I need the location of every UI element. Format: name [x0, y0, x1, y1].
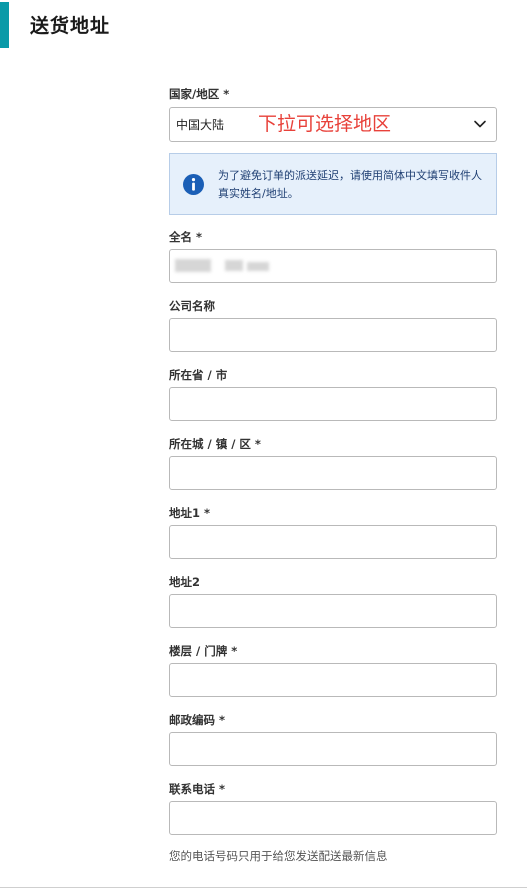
full-name-input[interactable]: [169, 249, 497, 283]
phone-label: 联系电话 *: [169, 782, 226, 796]
country-label: 国家/地区 *: [169, 87, 230, 101]
province-input[interactable]: [169, 387, 497, 421]
section-accent-bar: [0, 2, 9, 48]
phone-helper-text: 您的电话号码只用于给您发送配送最新信息: [169, 849, 388, 863]
postal-code-input[interactable]: [169, 732, 497, 766]
notice-text: 为了避免订单的派送延迟，请使用简体中文填写收件人真实姓名/地址。: [218, 169, 482, 200]
postal-code-label: 邮政编码 *: [169, 713, 226, 727]
address1-label: 地址1 *: [169, 506, 211, 520]
chevron-down-icon[interactable]: [473, 117, 487, 131]
full-name-redacted-value: [173, 257, 273, 275]
floor-label: 楼层 / 门牌 *: [169, 644, 238, 658]
country-select-annotation: 下拉可选择地区: [258, 113, 392, 135]
bottom-divider: [0, 887, 527, 888]
notice-box: 为了避免订单的派送延迟，请使用简体中文填写收件人真实姓名/地址。: [169, 153, 497, 215]
section-title: 送货地址: [30, 15, 111, 37]
phone-input[interactable]: [169, 801, 497, 835]
address2-label: 地址2: [169, 575, 201, 589]
floor-input[interactable]: [169, 663, 497, 697]
full-name-label: 全名 *: [169, 230, 203, 244]
address1-input[interactable]: [169, 525, 497, 559]
company-label: 公司名称: [169, 299, 215, 313]
country-select-value: 中国大陆: [176, 118, 225, 132]
city-input[interactable]: [169, 456, 497, 490]
info-icon: [183, 174, 204, 195]
company-input[interactable]: [169, 318, 497, 352]
province-label: 所在省 / 市: [169, 368, 228, 382]
address2-input[interactable]: [169, 594, 497, 628]
city-label: 所在城 / 镇 / 区 *: [169, 437, 261, 451]
country-select[interactable]: 中国大陆 下拉可选择地区: [169, 107, 497, 142]
